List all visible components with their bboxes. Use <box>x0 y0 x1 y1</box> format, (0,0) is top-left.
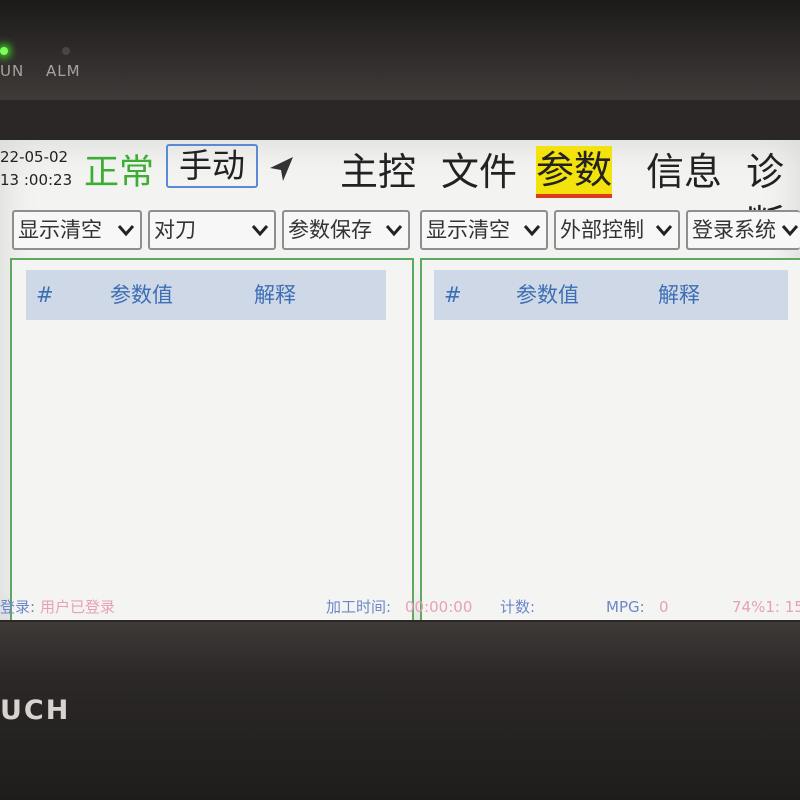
status-bar: 登录: 用户已登录 加工时间: 00:00:00 计数: MPG: 0 74%1… <box>0 594 800 620</box>
mpg-label: MPG: <box>606 598 645 616</box>
parameter-save-dropdown[interactable]: 参数保存 <box>282 210 410 250</box>
dropdown-value: 登录系统 <box>692 218 776 242</box>
dropdown-value: 对刀 <box>154 218 196 242</box>
column-header-description: 解释 <box>658 283 700 307</box>
display-clear-dropdown-left[interactable]: 显示清空 <box>12 210 142 250</box>
count-label: 计数: <box>500 598 536 616</box>
display-clear-dropdown-right[interactable]: 显示清空 <box>420 210 548 250</box>
chevron-down-icon <box>781 225 799 237</box>
parameter-table-left: # 参数值 解释 <box>10 258 414 620</box>
run-indicator-label: UN <box>0 62 25 80</box>
dropdown-value: 显示清空 <box>426 218 510 242</box>
machining-time-value: 00:00:00 <box>405 598 473 616</box>
machining-time-label: 加工时间: <box>326 598 392 616</box>
chevron-down-icon <box>251 225 269 237</box>
chevron-down-icon <box>655 225 673 237</box>
run-indicator-light <box>0 47 8 55</box>
tab-main-control[interactable]: 主控 <box>340 146 416 198</box>
dropdown-value: 参数保存 <box>288 218 372 242</box>
login-system-dropdown[interactable]: 登录系统 <box>686 210 800 250</box>
device-bezel-top: UN ALM <box>0 0 800 100</box>
column-header-index: # <box>444 283 462 307</box>
header-bar: 22-05-02 13 :00:23 正常 手动 主控 文件 参数 信息 诊断 <box>0 140 800 246</box>
machine-status: 正常 <box>84 153 155 193</box>
tab-file[interactable]: 文件 <box>441 146 517 198</box>
tab-info[interactable]: 信息 <box>646 146 722 198</box>
time-text: 13 :00:23 <box>0 171 73 189</box>
hmi-screen: 22-05-02 13 :00:23 正常 手动 主控 文件 参数 信息 诊断 … <box>0 140 800 620</box>
chevron-down-icon <box>523 225 541 237</box>
navigation-arrow-icon[interactable] <box>266 154 296 184</box>
external-control-dropdown[interactable]: 外部控制 <box>554 210 680 250</box>
brand-logo: UCH <box>0 695 71 726</box>
status-tail: 74%1: 15 <box>732 598 800 616</box>
alarm-indicator-light <box>62 47 70 55</box>
table-header: # 参数值 解释 <box>26 270 386 320</box>
tool-setting-dropdown[interactable]: 对刀 <box>148 210 276 250</box>
login-status: 用户已登录 <box>40 598 116 616</box>
mode-button[interactable]: 手动 <box>166 144 258 188</box>
dropdown-value: 外部控制 <box>560 218 644 242</box>
date-text: 22-05-02 <box>0 148 69 166</box>
alarm-indicator-label: ALM <box>46 62 81 80</box>
login-label: 登录: <box>0 598 36 616</box>
chevron-down-icon <box>385 225 403 237</box>
device-bezel-bottom: UCH <box>0 622 800 800</box>
table-header: # 参数值 解释 <box>434 270 788 320</box>
datetime: 22-05-02 13 :00:23 <box>0 146 72 192</box>
parameter-table-right: # 参数值 解释 <box>420 258 800 620</box>
dropdown-value: 显示清空 <box>18 218 102 242</box>
chevron-down-icon <box>117 225 135 237</box>
tab-parameters[interactable]: 参数 <box>536 146 613 198</box>
column-header-index: # <box>36 283 54 307</box>
column-header-value: 参数值 <box>110 283 173 307</box>
column-header-value: 参数值 <box>516 283 579 307</box>
mpg-value: 0 <box>659 598 669 616</box>
column-header-description: 解释 <box>254 283 296 307</box>
